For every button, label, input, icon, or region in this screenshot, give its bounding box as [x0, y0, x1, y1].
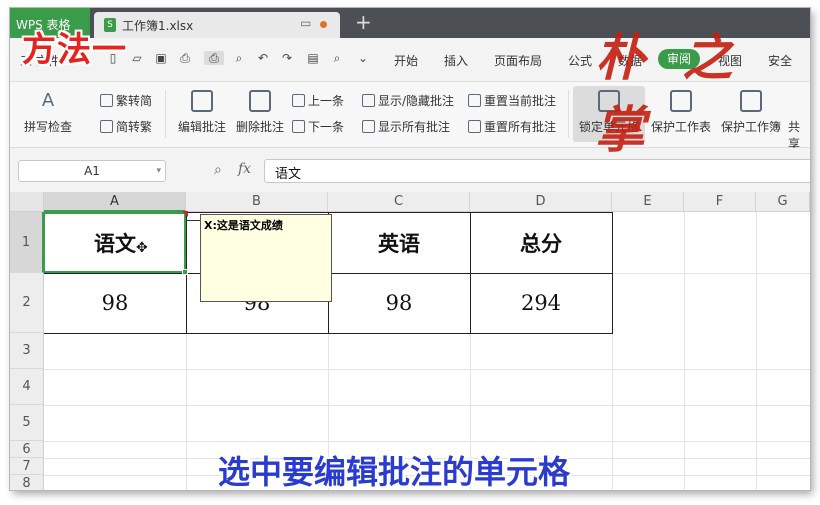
row-header-7[interactable]: 7	[10, 458, 44, 475]
reset-all-comments-label: 重置所有批注	[484, 120, 557, 134]
search-icon[interactable]: ⌕	[330, 51, 344, 65]
pdf-icon[interactable]: ▤	[306, 51, 320, 65]
show-hide-comment-label: 显示/隐藏批注	[378, 94, 455, 108]
select-all-corner[interactable]	[10, 192, 44, 212]
menu-formula[interactable]: 公式	[568, 52, 592, 69]
cell-c1[interactable]: 英语	[328, 212, 470, 273]
delete-comment-button[interactable]: 删除批注	[232, 90, 288, 135]
show-all-icon	[362, 120, 375, 133]
column-header-b[interactable]: B	[186, 192, 328, 212]
prev-icon	[292, 94, 305, 107]
comment-indicator-icon	[182, 211, 188, 217]
monitor-icon[interactable]: ▭	[300, 16, 311, 30]
print-icon[interactable]: ⎙	[178, 51, 192, 65]
gridline	[44, 441, 810, 442]
watermark-logo: 朴 之 掌	[595, 28, 743, 159]
new-tab-button[interactable]: +	[355, 10, 372, 34]
gridline	[44, 369, 810, 370]
show-hide-icon	[362, 94, 375, 107]
name-box[interactable]: A1 ▾	[18, 160, 166, 182]
ribbon-divider	[165, 90, 166, 138]
app-window: WPS 表格 S 工作簿1.xlsx ▭ + 三 文件 ▯ ▱ ▣ ⎙ ⎙ ⌕ …	[10, 8, 810, 490]
cross-cursor-icon: ✥	[136, 240, 148, 256]
cell-d1[interactable]: 总分	[470, 212, 612, 273]
delete-comment-icon	[249, 90, 271, 112]
unsaved-dot-icon[interactable]	[320, 21, 327, 28]
simp-to-trad-button[interactable]: 简转繁	[100, 118, 152, 135]
row-header-3[interactable]: 3	[10, 333, 44, 369]
row-header-1[interactable]: 1	[10, 212, 44, 273]
fill-handle[interactable]	[182, 269, 188, 275]
undo-icon[interactable]: ↶	[256, 51, 270, 65]
spreadsheet-grid: A B C D E F G 1 2 3 4 5 6 7 8 语文 英语 总分 9…	[10, 192, 810, 490]
document-tab-label: 工作簿1.xlsx	[122, 19, 194, 33]
comment-box[interactable]: X:这是语文成绩	[200, 214, 332, 302]
reset-current-comment-button[interactable]: 重置当前批注	[468, 92, 556, 109]
gridline	[186, 333, 187, 490]
open-folder-icon[interactable]: ▱	[130, 51, 144, 65]
menu-page-layout[interactable]: 页面布局	[494, 52, 542, 69]
reset-icon	[468, 94, 481, 107]
cell-d2[interactable]: 294	[470, 273, 612, 333]
column-header-a[interactable]: A	[44, 192, 186, 212]
edit-comment-button[interactable]: 编辑批注	[174, 90, 230, 135]
cell-a2[interactable]: 98	[44, 273, 186, 333]
cell-c2[interactable]: 98	[328, 273, 470, 333]
column-header-c[interactable]: C	[328, 192, 470, 212]
column-header-e[interactable]: E	[612, 192, 684, 212]
convert-icon	[100, 94, 113, 107]
print-preview-icon[interactable]: ⎙	[204, 51, 224, 65]
row-header-5[interactable]: 5	[10, 405, 44, 441]
row-header-4[interactable]: 4	[10, 369, 44, 405]
instruction-caption: 选中要编辑批注的单元格	[218, 453, 571, 491]
edit-comment-icon	[191, 90, 213, 112]
document-tab[interactable]: S 工作簿1.xlsx ▭	[94, 12, 340, 38]
spellcheck-icon: A	[41, 90, 55, 111]
next-comment-button[interactable]: 下一条	[292, 118, 344, 135]
spellcheck-button[interactable]: A 拼写检查	[20, 90, 76, 135]
reset-all-comments-button[interactable]: 重置所有批注	[468, 118, 556, 135]
column-header-g[interactable]: G	[756, 192, 810, 212]
show-all-comments-label: 显示所有批注	[378, 120, 451, 134]
simp-to-trad-label: 简转繁	[116, 120, 153, 134]
reset-icon	[468, 120, 481, 133]
row-header-8[interactable]: 8	[10, 475, 44, 490]
next-comment-label: 下一条	[308, 120, 345, 134]
gridline	[756, 212, 757, 490]
column-header-d[interactable]: D	[470, 192, 612, 212]
show-hide-comment-button[interactable]: 显示/隐藏批注	[362, 92, 454, 109]
gridline	[44, 405, 810, 406]
show-all-comments-button[interactable]: 显示所有批注	[362, 118, 450, 135]
prev-comment-label: 上一条	[308, 94, 345, 108]
chevron-down-icon[interactable]: ▾	[156, 161, 161, 181]
reset-current-comment-label: 重置当前批注	[484, 94, 557, 108]
table-border	[612, 212, 613, 334]
save-icon[interactable]: ▣	[154, 51, 168, 65]
zoom-function-icon[interactable]: ⌕	[214, 162, 222, 178]
column-header-f[interactable]: F	[684, 192, 756, 212]
fx-icon[interactable]: fx	[238, 161, 251, 177]
chevron-down-icon[interactable]: ⌄	[356, 51, 370, 65]
menu-insert[interactable]: 插入	[444, 52, 468, 69]
name-box-value: A1	[84, 164, 100, 178]
redo-icon[interactable]: ↷	[280, 51, 294, 65]
delete-comment-label: 删除批注	[235, 120, 284, 134]
convert-icon	[100, 120, 113, 133]
gridline	[684, 212, 685, 490]
next-icon	[292, 120, 305, 133]
prev-comment-button[interactable]: 上一条	[292, 92, 344, 109]
row-header-2[interactable]: 2	[10, 273, 44, 333]
row-header-6[interactable]: 6	[10, 441, 44, 458]
edit-comment-label: 编辑批注	[177, 120, 226, 134]
trad-to-simp-label: 繁转简	[116, 94, 153, 108]
spellcheck-label: 拼写检查	[23, 120, 72, 134]
menu-start[interactable]: 开始	[394, 52, 418, 69]
active-cell-selection	[43, 212, 186, 273]
ribbon-divider	[568, 90, 569, 138]
zoom-preview-icon[interactable]: ⌕	[232, 51, 246, 65]
method-title: 方法一	[22, 30, 127, 70]
gridline	[612, 273, 810, 274]
trad-to-simp-button[interactable]: 繁转简	[100, 92, 152, 109]
formula-input[interactable]: 语文	[264, 159, 810, 183]
